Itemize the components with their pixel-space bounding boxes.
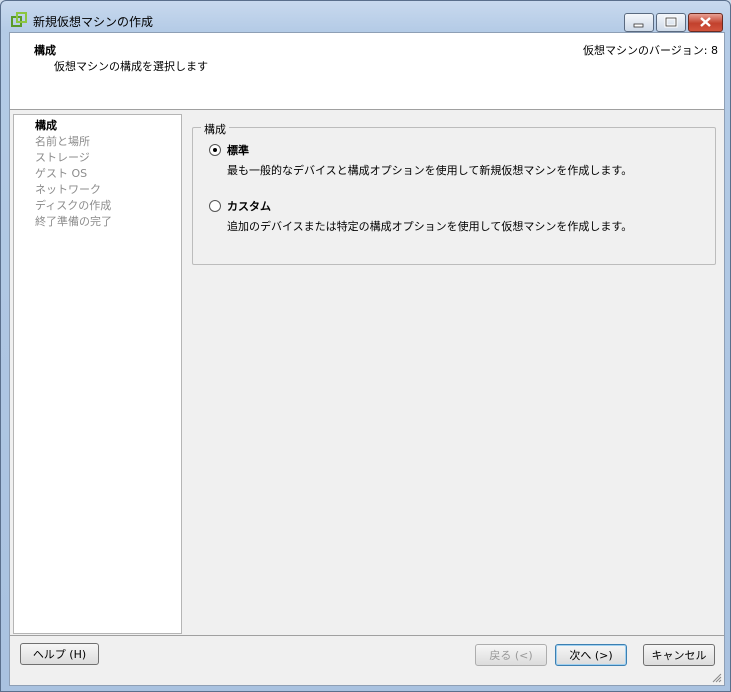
sidebar-item-network[interactable]: ネットワーク — [35, 181, 101, 197]
window-title: 新規仮想マシンの作成 — [33, 15, 154, 29]
sidebar-item-configuration[interactable]: 構成 — [35, 117, 57, 133]
minimize-button[interactable] — [624, 13, 654, 32]
next-button[interactable]: 次へ (>) — [555, 644, 627, 666]
maximize-icon — [664, 16, 678, 28]
minimize-icon — [633, 23, 644, 28]
option-custom-description: 追加のデバイスまたは特定の構成オプションを使用して仮想マシンを作成します。 — [227, 220, 633, 233]
close-icon — [700, 17, 711, 27]
option-typical-label[interactable]: 標準 — [227, 142, 249, 158]
option-typical-description: 最も一般的なデバイスと構成オプションを使用して新規仮想マシンを作成します。 — [227, 164, 633, 177]
page-subtitle: 仮想マシンの構成を選択します — [54, 60, 208, 73]
page-title: 構成 — [34, 44, 56, 57]
sidebar-item-ready-to-complete[interactable]: 終了準備の完了 — [35, 213, 112, 229]
wizard-steps-sidebar: 構成 名前と場所 ストレージ ゲスト OS ネットワーク ディスクの作成 終了準… — [13, 114, 182, 634]
wizard-header: 構成 仮想マシンの構成を選択します 仮想マシンのバージョン: 8 — [10, 33, 724, 110]
option-custom-label[interactable]: カスタム — [227, 198, 271, 214]
footer-separator — [10, 635, 724, 636]
sidebar-item-create-disk[interactable]: ディスクの作成 — [35, 197, 111, 213]
title-bar[interactable]: 新規仮想マシンの作成 — [1, 1, 730, 33]
group-legend: 構成 — [201, 121, 229, 137]
vm-version-label: 仮想マシンのバージョン: 8 — [583, 44, 718, 57]
dialog-client-area: 構成 仮想マシンの構成を選択します 仮想マシンのバージョン: 8 構成 名前と場… — [9, 32, 725, 686]
dialog-window: 新規仮想マシンの作成 構成 仮想マシンの構成を選択します 仮想マシンのバージョン… — [0, 0, 731, 692]
close-button[interactable] — [688, 13, 723, 32]
radio-custom[interactable] — [209, 200, 221, 212]
cancel-button[interactable]: キャンセル — [643, 644, 715, 666]
help-button[interactable]: ヘルプ (H) — [20, 643, 99, 665]
radio-typical[interactable] — [209, 144, 221, 156]
sidebar-item-name-location[interactable]: 名前と場所 — [35, 133, 90, 149]
configuration-group: 構成 標準 最も一般的なデバイスと構成オプションを使用して新規仮想マシンを作成し… — [192, 121, 716, 265]
sidebar-item-storage[interactable]: ストレージ — [35, 149, 90, 165]
resize-grip-icon[interactable] — [710, 671, 722, 683]
maximize-button[interactable] — [656, 13, 686, 32]
back-button[interactable]: 戻る (<) — [475, 644, 547, 666]
sidebar-item-guest-os[interactable]: ゲスト OS — [35, 165, 87, 181]
vm-app-icon — [11, 12, 27, 27]
